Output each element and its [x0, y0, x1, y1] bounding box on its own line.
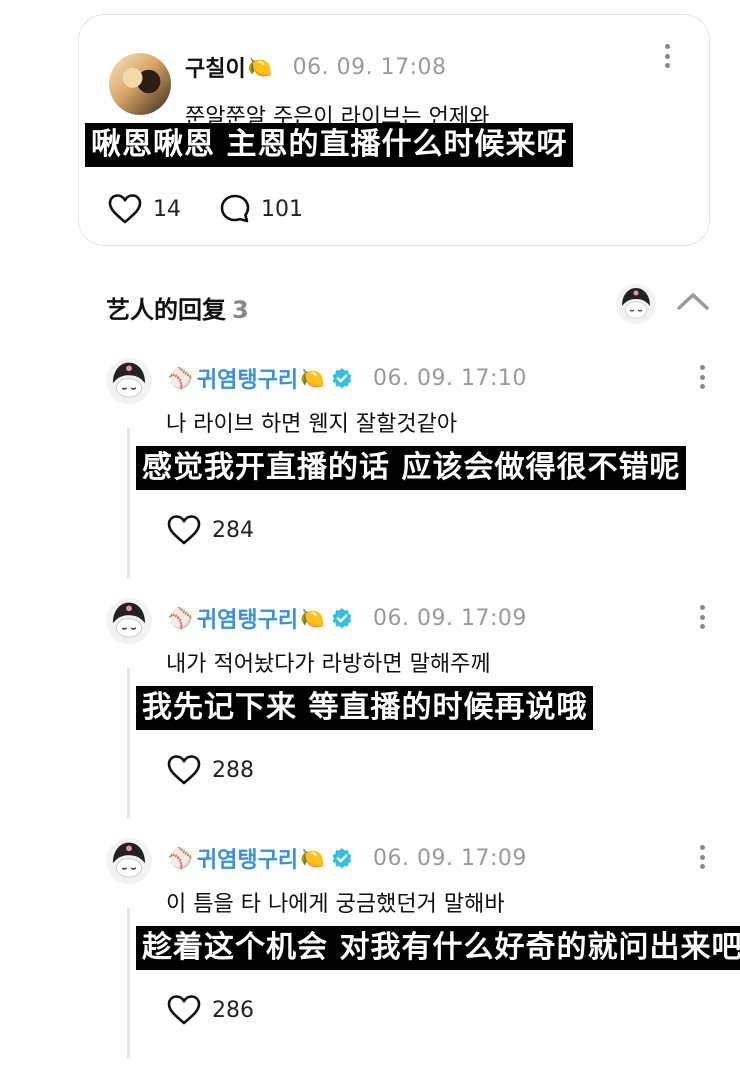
thread-line [127, 668, 130, 818]
replies-count: 3 [232, 296, 249, 324]
artist-replies-title: 艺人的回复 3 [106, 290, 249, 325]
thread-line [127, 428, 130, 578]
heart-icon [167, 515, 201, 545]
subtitle-caption: 感觉我开直播的话 应该会做得很不错呢 [136, 446, 687, 490]
reply-text: 이 틈을 타 나에게 궁금했던거 말해바 [166, 892, 505, 917]
replies-title-label: 艺人的回复 [106, 296, 226, 324]
baseball-icon: ⚾ [168, 366, 193, 390]
like-button[interactable]: 284 [166, 514, 254, 546]
kebab-menu-icon[interactable] [690, 602, 714, 632]
kebab-menu-icon[interactable] [655, 41, 679, 71]
like-count: 284 [212, 517, 254, 543]
lemon-icon: 🍋 [300, 366, 326, 390]
heart-icon [108, 194, 142, 224]
like-button[interactable]: 14 [107, 193, 181, 225]
reply-text: 나 라이브 하면 웬지 잘할것같아 [166, 412, 458, 437]
reply-timestamp: 06. 09. 17:10 [373, 365, 527, 391]
lemon-icon: 🍋 [300, 606, 326, 630]
reply-header: ⚾ 귀염탱구리 🍋 06. 09. 17:09 [166, 602, 527, 634]
kuromi-avatar-icon [106, 598, 152, 644]
reply-timestamp: 06. 09. 17:09 [373, 605, 527, 631]
artist-name[interactable]: 귀염탱구리 [197, 602, 298, 634]
thread-line [127, 908, 130, 1058]
artist-name[interactable]: 귀염탱구리 [197, 842, 298, 874]
post-card: 구칠이 🍋 06. 09. 17:08 쭌알쭌알 주은이 라이브는 언제와 啾恩… [78, 14, 710, 246]
comment-icon [220, 194, 250, 223]
baseball-icon: ⚾ [168, 606, 193, 630]
reply-avatar[interactable] [106, 358, 152, 404]
post-header: 구칠이 🍋 06. 09. 17:08 [185, 51, 447, 83]
comment-button[interactable]: 101 [219, 193, 303, 225]
reply-header: ⚾ 귀염탱구리 🍋 06. 09. 17:09 [166, 842, 527, 874]
subtitle-caption: 趁着这个机会 对我有什么好奇的就问出来吧 [136, 926, 740, 970]
kuromi-avatar-icon [106, 838, 152, 884]
kebab-menu-icon[interactable] [690, 842, 714, 872]
reply-text: 내가 적어놨다가 라방하면 말해주께 [166, 652, 491, 677]
reply-timestamp: 06. 09. 17:09 [373, 845, 527, 871]
verified-badge-icon [332, 608, 352, 629]
heart-icon [167, 995, 201, 1025]
artist-avatar-small[interactable] [616, 284, 656, 324]
heart-icon [167, 755, 201, 785]
kebab-menu-icon[interactable] [690, 362, 714, 392]
like-count: 14 [153, 196, 181, 222]
lemon-icon: 🍋 [300, 846, 326, 870]
post-timestamp: 06. 09. 17:08 [292, 54, 447, 80]
subtitle-caption: 啾恩啾恩 主恩的直播什么时候来呀 [85, 123, 574, 167]
author-avatar[interactable] [109, 53, 171, 115]
verified-badge-icon [332, 848, 352, 869]
author-name[interactable]: 구칠이 [185, 51, 246, 83]
verified-badge-icon [332, 368, 352, 389]
like-count: 288 [212, 757, 254, 783]
like-button[interactable]: 288 [166, 754, 254, 786]
artist-name[interactable]: 귀염탱구리 [197, 362, 298, 394]
reply-avatar[interactable] [106, 598, 152, 644]
subtitle-caption: 我先记下来 等直播的时候再说哦 [136, 686, 594, 730]
lemon-icon: 🍋 [247, 55, 273, 79]
comment-count: 101 [261, 196, 303, 222]
like-button[interactable]: 286 [166, 994, 254, 1026]
baseball-icon: ⚾ [168, 846, 193, 870]
reply-header: ⚾ 귀염탱구리 🍋 06. 09. 17:10 [166, 362, 527, 394]
chevron-up-icon[interactable] [676, 290, 710, 312]
kuromi-avatar-icon [106, 358, 152, 404]
like-count: 286 [212, 997, 254, 1023]
reply-avatar[interactable] [106, 838, 152, 884]
kuromi-avatar-icon [616, 284, 656, 324]
